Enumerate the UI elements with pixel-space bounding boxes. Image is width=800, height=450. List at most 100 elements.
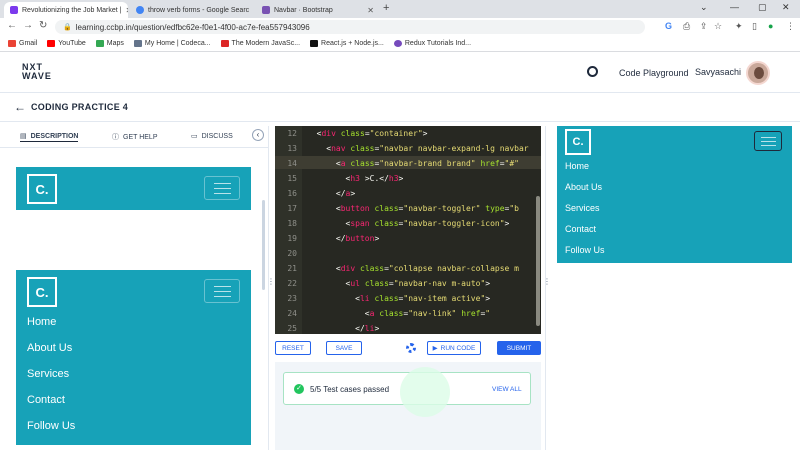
bookmark-youtube[interactable]: YouTube (47, 40, 86, 47)
play-icon: ▶ (432, 345, 438, 352)
bookmark-react-node[interactable]: React.js + Node.js... (310, 40, 384, 47)
translate-icon[interactable]: ⎙ (683, 21, 690, 32)
bookmark-gmail[interactable]: Gmail (8, 40, 37, 47)
bookmark-star-icon[interactable]: ☆ (714, 21, 722, 32)
menu-kebab-icon[interactable]: ⋮ (786, 21, 795, 32)
navbar-toggler-icon[interactable] (204, 279, 240, 303)
panel-divider (545, 126, 546, 450)
nav-link-home[interactable]: Home (565, 161, 605, 182)
resize-handle-icon[interactable]: ⋮ (267, 278, 275, 286)
nav-link-contact[interactable]: Contact (565, 224, 605, 245)
profile-icon[interactable]: ● (768, 21, 773, 31)
tab-discuss[interactable]: ▭ DISCUSS (191, 132, 233, 141)
browser-tab-active[interactable]: Revolutionizing the Job Market | ✕ (4, 2, 128, 18)
test-result-card: ✓ 5/5 Test cases passed VIEW ALL (283, 367, 531, 417)
code-line: <button class="navbar-toggler" type="b (307, 204, 519, 213)
browser-tab-title: Revolutionizing the Job Market | (22, 6, 122, 14)
gear-icon[interactable] (406, 343, 416, 353)
collapse-panel-icon[interactable]: ‹ (252, 129, 264, 141)
tab-description[interactable]: ▤ DESCRIPTION (20, 132, 79, 142)
navbar-toggler-icon[interactable] (754, 131, 782, 151)
browser-tab[interactable]: throw verb forms - Google Searc ✕ (130, 2, 254, 18)
save-button[interactable]: SAVE (326, 341, 362, 355)
maximize-icon[interactable]: ▢ (758, 2, 767, 13)
extensions-icon[interactable]: ✦ (735, 21, 743, 32)
maps-icon (95, 40, 104, 47)
success-check-icon (400, 367, 450, 417)
timer-icon[interactable] (587, 66, 598, 77)
window-close-icon[interactable]: ✕ (782, 2, 790, 13)
nav-link-home[interactable]: Home (27, 316, 75, 342)
nav-link-follow[interactable]: Follow Us (565, 245, 605, 266)
tab-search-icon[interactable]: ⌄ (700, 2, 708, 13)
nav-link-services[interactable]: Services (27, 368, 75, 394)
line-number: 18 (287, 219, 297, 228)
bookmark-label: Gmail (19, 40, 38, 47)
side-panel-icon[interactable]: ▯ (752, 21, 757, 32)
tab-get-help[interactable]: ⓘ GET HELP (112, 132, 158, 142)
browser-tab[interactable]: Navbar · Bootstrap ✕ (256, 2, 380, 18)
address-bar[interactable]: 🔒 learning.ccbp.in/question/edfbc62e-f0e… (55, 20, 645, 34)
bookmark-label: YouTube (58, 40, 86, 47)
bookmark-redux[interactable]: Redux Tutorials Ind... (393, 40, 471, 47)
navbar-preview-expanded: C. Home About Us Services Contact Follow… (16, 270, 251, 445)
avatar[interactable] (746, 61, 770, 85)
nav-link-about[interactable]: About Us (27, 342, 75, 368)
bookmark-maps[interactable]: Maps (95, 40, 124, 47)
reload-icon[interactable]: ↻ (39, 20, 47, 31)
back-arrow-icon[interactable]: ← (14, 100, 26, 114)
browser-tab-title: Navbar · Bootstrap (274, 6, 333, 14)
code-line: <span class="navbar-toggler-icon"> (307, 219, 510, 228)
code-line: <div class="collapse navbar-collapse m (307, 264, 519, 273)
tab-label: DESCRIPTION (30, 132, 79, 140)
nav-link-follow[interactable]: Follow Us (27, 420, 75, 446)
code-line: </button> (307, 234, 380, 243)
practice-header: ← CODING PRACTICE 4 (0, 94, 800, 122)
run-code-button[interactable]: ▶ RUN CODE (427, 341, 481, 355)
editor-scrollbar[interactable] (536, 196, 540, 326)
forward-nav-icon[interactable]: → (23, 20, 33, 31)
bookmark-label: Maps (106, 40, 124, 47)
test-status-text: 5/5 Test cases passed (310, 385, 390, 394)
navbar-brand[interactable]: C. (27, 174, 57, 204)
nav-link-services[interactable]: Services (565, 203, 605, 224)
reset-button[interactable]: RESET (275, 341, 311, 355)
check-circle-icon: ✓ (294, 384, 304, 394)
navbar-brand[interactable]: C. (565, 129, 591, 155)
google-lens-icon[interactable]: G (665, 21, 672, 31)
nxtwave-logo[interactable]: NXT WAVE (22, 63, 52, 81)
youtube-icon (47, 40, 56, 47)
close-tab-icon[interactable]: ✕ (367, 6, 374, 15)
close-tab-icon[interactable]: ✕ (125, 6, 128, 15)
submit-button[interactable]: SUBMIT (497, 341, 541, 355)
nav-link-contact[interactable]: Contact (27, 394, 75, 420)
navbar-links: Home About Us Services Contact Follow Us (565, 161, 605, 266)
line-number: 19 (287, 234, 297, 243)
left-panel-scrollbar[interactable] (262, 200, 265, 290)
navbar-preview-collapsed: C. (16, 167, 251, 210)
code-playground-link[interactable]: Code Playground (619, 68, 689, 78)
back-nav-icon[interactable]: ← (7, 20, 17, 31)
nav-link-about[interactable]: About Us (565, 182, 605, 203)
browser-tab-title: throw verb forms - Google Searc (148, 6, 250, 14)
navbar-brand[interactable]: C. (27, 277, 57, 307)
minimize-icon[interactable]: — (730, 2, 739, 12)
bookmark-javascript[interactable]: The Modern JavaSc... (220, 40, 300, 47)
share-icon[interactable]: ⇪ (700, 21, 708, 32)
close-tab-icon[interactable]: ✕ (253, 6, 254, 15)
new-tab-icon[interactable]: + (383, 2, 389, 14)
javascript-info-icon (220, 40, 229, 47)
view-all-link[interactable]: VIEW ALL (492, 386, 522, 393)
url-text: learning.ccbp.in/question/edfbc62e-f0e1-… (75, 22, 310, 32)
bookmark-label: My Home | Codeca... (144, 40, 211, 47)
navbar-toggler-icon[interactable] (204, 176, 240, 200)
resize-handle-icon[interactable]: ⋮ (543, 278, 551, 286)
username: Savyasachi (695, 67, 742, 77)
navbar-links: Home About Us Services Contact Follow Us (27, 316, 75, 446)
page-title: CODING PRACTICE 4 (31, 102, 129, 112)
bookmark-codecademy[interactable]: My Home | Codeca... (133, 40, 211, 47)
code-line: <a class="navbar-brand brand" href="#" (307, 159, 519, 168)
bootstrap-favicon-icon (262, 6, 270, 14)
code-editor[interactable]: 12 13 14 15 16 17 18 19 20 21 22 23 24 2… (275, 126, 541, 334)
page-icon (133, 40, 142, 47)
